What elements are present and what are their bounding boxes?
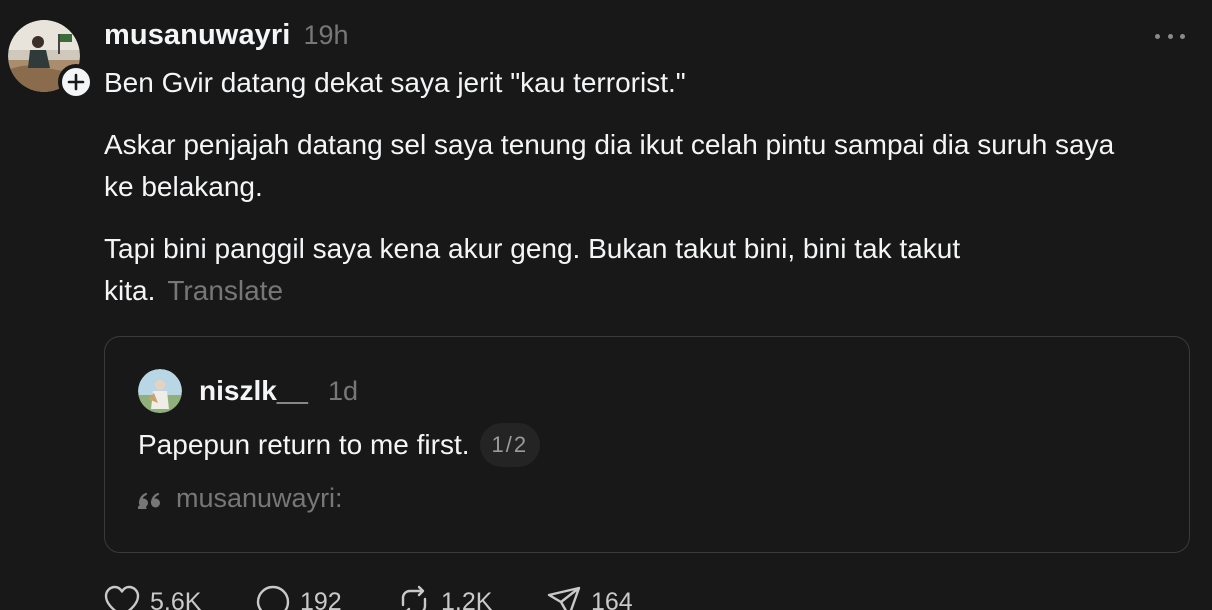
reply-count: 192 [300, 587, 342, 610]
quoted-header: niszlk__ 1d [199, 375, 358, 407]
share-count: 164 [591, 587, 633, 610]
quoted-avatar[interactable] [138, 369, 182, 413]
quoted-post-card[interactable]: niszlk__ 1d Papepun return to me first. … [104, 336, 1190, 553]
post-header: musanuwayri 19h [104, 19, 349, 53]
translate-link[interactable]: Translate [167, 275, 283, 306]
quoted-reference[interactable]: musanuwayri: [138, 483, 343, 514]
repost-count: 1.2K [441, 587, 493, 610]
more-options-button[interactable] [1152, 28, 1188, 44]
page-indicator-badge: 1/2 [479, 423, 541, 467]
author-username[interactable]: musanuwayri [104, 19, 290, 52]
reply-button[interactable]: 192 [256, 585, 342, 610]
reference-author: musanuwayri: [176, 483, 343, 513]
quoted-text: Papepun return to me first. [138, 429, 470, 460]
quoted-timestamp[interactable]: 1d [328, 376, 358, 407]
repost-button[interactable]: 1.2K [397, 585, 492, 610]
post-paragraph: Ben Gvir datang dekat saya jerit "kau te… [104, 67, 686, 98]
share-icon [547, 586, 581, 610]
heart-icon [104, 585, 140, 610]
post-paragraph-last: Tapi bini panggil saya kena akur geng. B… [104, 228, 1064, 312]
author-avatar-container[interactable] [8, 20, 94, 100]
comment-icon [256, 585, 290, 610]
post-timestamp[interactable]: 19h [303, 20, 348, 51]
like-button[interactable]: 5.6K [104, 585, 201, 610]
more-icon-dot [1167, 33, 1173, 39]
post-paragraph: Askar penjajah datang sel saya tenung di… [104, 129, 1115, 202]
plus-icon [67, 73, 85, 91]
more-icon [1155, 33, 1160, 39]
like-count: 5.6K [150, 587, 202, 610]
follow-button[interactable] [58, 64, 94, 100]
repost-icon [401, 585, 427, 610]
quote-icon [138, 492, 160, 509]
quoted-body: Papepun return to me first. 1/2 [138, 423, 541, 467]
share-button[interactable]: 164 [547, 585, 633, 610]
quoted-username[interactable]: niszlk__ [199, 375, 308, 407]
more-icon-dot [1180, 33, 1185, 39]
